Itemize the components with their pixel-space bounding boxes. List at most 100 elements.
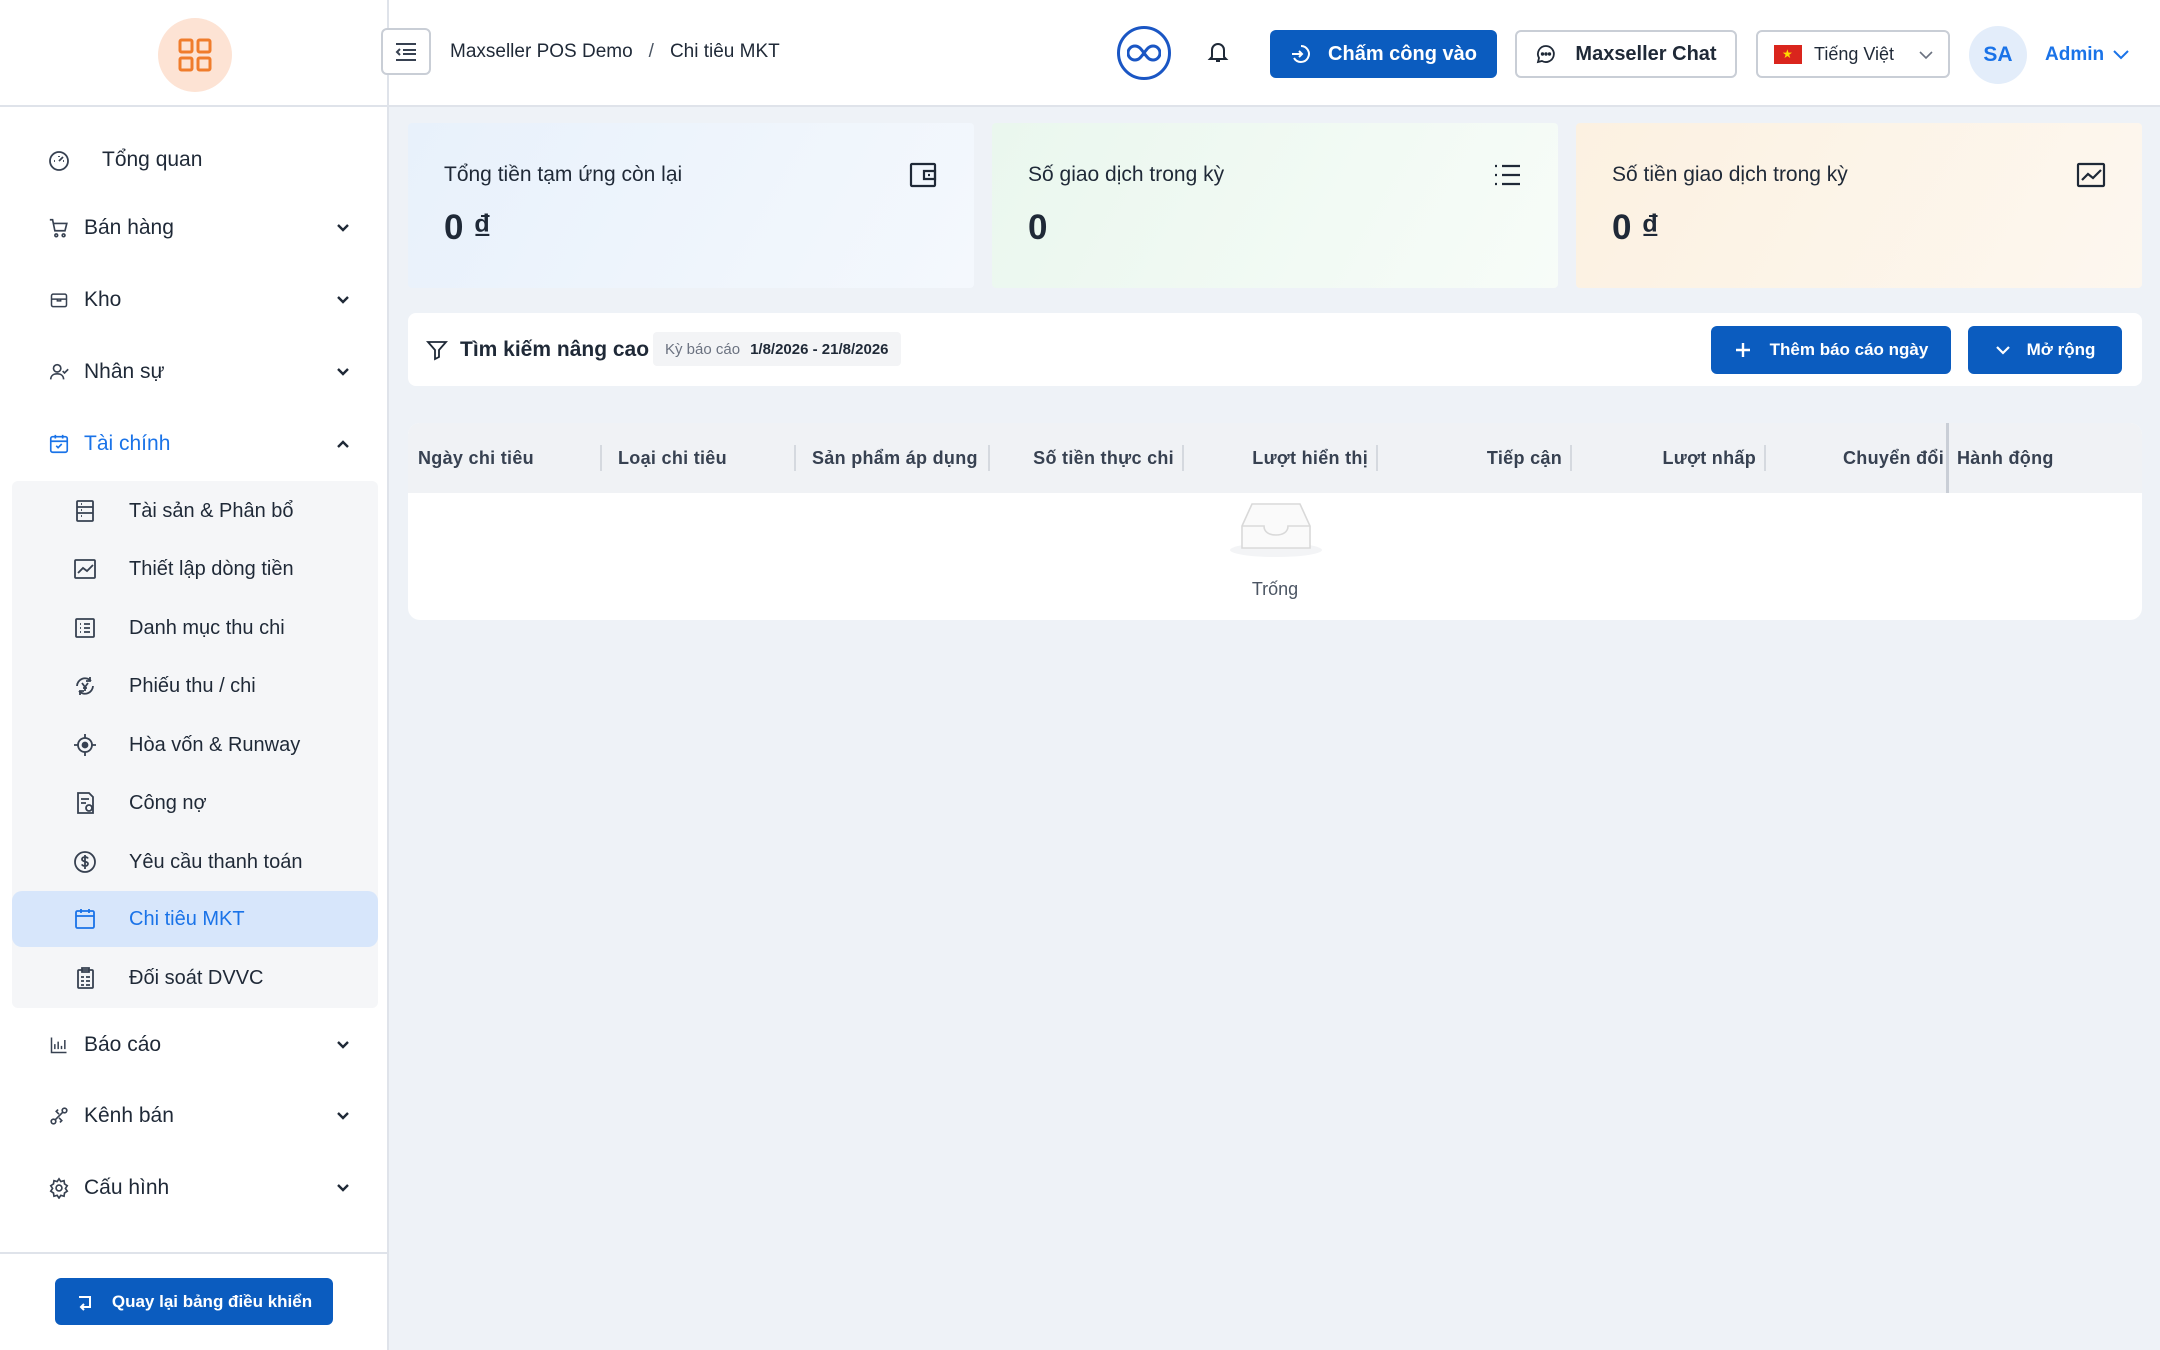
user-menu[interactable]: Admin <box>2045 44 2130 66</box>
cart-icon <box>46 215 72 241</box>
chevron-down-icon <box>334 219 352 237</box>
chart-line-icon <box>2076 160 2106 190</box>
submenu-item-tai-san[interactable]: Tài sản & Phân bổ <box>12 483 378 539</box>
dollar-icon <box>72 849 98 875</box>
sidebar-item-label: Tài chính <box>84 432 171 455</box>
stat-value: 0 <box>1028 208 1048 247</box>
breadcrumb-root[interactable]: Maxseller POS Demo <box>450 41 633 63</box>
empty-inbox-icon <box>1230 503 1322 557</box>
report-period-tag[interactable]: Kỳ báo cáo 1/8/2026 - 21/8/2026 <box>653 332 901 366</box>
sidebar-item-label: Cấu hình <box>84 1176 170 1199</box>
chevron-up-icon <box>334 435 352 453</box>
avatar[interactable]: SA <box>1969 26 2027 84</box>
stat-title: Số giao dịch trong kỳ <box>1028 163 1225 186</box>
submenu-item-chi-tieu-mkt[interactable]: Chi tiêu MKT <box>12 891 378 947</box>
maxseller-link-button[interactable] <box>1117 26 1171 80</box>
list-doc-icon <box>72 615 98 641</box>
sidebar-item-tong-quan[interactable]: Tổng quan <box>0 125 387 195</box>
chevron-down-icon <box>334 291 352 309</box>
expand-label: Mở rộng <box>2026 340 2096 359</box>
link-icon <box>46 1103 72 1129</box>
stat-value: 0 ₫ <box>444 208 492 247</box>
stat-card-transaction-count: Số giao dịch trong kỳ 0 <box>992 123 1558 288</box>
add-daily-report-button[interactable]: Thêm báo cáo ngày <box>1711 326 1951 374</box>
sidebar-item-label: Bán hàng <box>84 216 174 239</box>
sidebar-item-label: Kênh bán <box>84 1104 174 1127</box>
submenu-item-label: Yêu cầu thanh toán <box>129 851 303 873</box>
column-header: Hành động <box>1957 447 2054 468</box>
submenu-item-hoa-von[interactable]: Hòa vốn & Runway <box>12 717 378 773</box>
breadcrumb-current: Chi tiêu MKT <box>669 41 780 62</box>
submenu-item-label: Công nợ <box>129 792 207 814</box>
submenu-item-cong-no[interactable]: Công nợ <box>12 775 378 831</box>
submenu-item-doi-soat-dvvc[interactable]: Đối soát DVVC <box>12 950 378 1006</box>
sidebar-logo-area <box>0 0 387 107</box>
submenu-item-label: Tài sản & Phân bổ <box>129 500 294 522</box>
stat-title: Tổng tiền tạm ứng còn lại <box>444 163 683 186</box>
filter-icon <box>426 339 448 361</box>
infinity-icon <box>1127 44 1161 62</box>
empty-state: Trống <box>408 493 2142 620</box>
submenu-item-dong-tien[interactable]: Thiết lập dòng tiền <box>12 541 378 597</box>
login-icon <box>1290 43 1312 65</box>
chevron-down-icon <box>334 1036 352 1054</box>
submenu-item-label: Thiết lập dòng tiền <box>129 558 294 580</box>
breadcrumb-separator: / <box>648 41 654 62</box>
calendar-icon <box>72 906 98 932</box>
sidebar-item-ban-hang[interactable]: Bán hàng <box>0 193 387 263</box>
submenu-item-phieu-thu-chi[interactable]: Phiếu thu / chi <box>12 658 378 714</box>
app-logo[interactable] <box>158 18 232 92</box>
back-button-label: Quay lại bảng điều khiển <box>111 1291 313 1311</box>
sidebar-item-tai-chinh[interactable]: Tài chính <box>0 409 387 479</box>
language-select[interactable]: ★ Tiếng Việt <box>1756 30 1950 78</box>
reconcile-icon <box>72 965 98 991</box>
stat-card-transaction-amount: Số tiền giao dịch trong kỳ 0 ₫ <box>1576 123 2142 288</box>
column-header[interactable]: Chuyển đổi <box>1766 423 1946 493</box>
expand-button[interactable]: Mở rộng <box>1968 326 2122 374</box>
dashboard-icon <box>46 147 72 173</box>
submenu-item-label: Phiếu thu / chi <box>129 675 256 697</box>
check-in-button[interactable]: Chấm công vào <box>1270 30 1497 78</box>
sidebar-item-cau-hinh[interactable]: Cấu hình <box>0 1153 387 1223</box>
notification-bell-button[interactable] <box>1207 40 1233 66</box>
maxseller-chat-button[interactable]: Maxseller Chat <box>1515 30 1737 78</box>
vietnam-flag-icon: ★ <box>1774 44 1802 64</box>
submenu-item-yeu-cau-thanh-toan[interactable]: Yêu cầu thanh toán <box>12 834 378 890</box>
table-header: Ngày chi tiêu Loại chi tiêu Sản phẩm áp … <box>408 423 2142 493</box>
submenu-item-label: Đối soát DVVC <box>129 967 264 989</box>
menu-collapse-icon <box>395 42 416 61</box>
user-name: Admin <box>2045 44 2105 65</box>
stat-title: Số tiền giao dịch trong kỳ <box>1612 163 1848 186</box>
chevron-down-icon <box>334 1107 352 1125</box>
column-header[interactable]: Số tiền thực chi <box>990 423 1184 493</box>
sidebar-item-nhan-su[interactable]: Nhân sự <box>0 337 387 407</box>
column-header[interactable]: Tiếp cận <box>1378 423 1572 493</box>
column-header[interactable]: Ngày chi tiêu <box>408 423 602 493</box>
column-header[interactable]: Loại chi tiêu <box>602 423 796 493</box>
column-header[interactable]: Lượt hiển thị <box>1184 423 1378 493</box>
finance-icon <box>46 431 72 457</box>
column-header[interactable]: Lượt nhấp <box>1572 423 1766 493</box>
sidebar-item-kenh-ban[interactable]: Kênh bán <box>0 1081 387 1151</box>
advanced-search-title[interactable]: Tìm kiếm nâng cao <box>460 338 649 362</box>
grid-icon <box>178 38 212 72</box>
chat-label: Maxseller Chat <box>1575 42 1717 65</box>
sidebar-item-kho[interactable]: Kho <box>0 265 387 335</box>
back-to-dashboard-button[interactable]: Quay lại bảng điều khiển <box>55 1278 333 1325</box>
target-icon <box>72 732 98 758</box>
debt-doc-icon <box>72 790 98 816</box>
submenu-item-danh-muc[interactable]: Danh mục thu chi <box>12 600 378 656</box>
add-daily-report-label: Thêm báo cáo ngày <box>1769 340 1929 359</box>
wallet-icon <box>908 160 938 190</box>
sidebar-item-label: Báo cáo <box>84 1033 162 1056</box>
chevron-down-icon <box>1995 344 2011 356</box>
check-in-label: Chấm công vào <box>1328 42 1477 65</box>
submenu-item-label: Chi tiêu MKT <box>129 908 245 930</box>
column-header[interactable]: Sản phẩm áp dụng <box>796 423 990 493</box>
breadcrumb: Maxseller POS Demo / Chi tiêu MKT <box>450 41 780 63</box>
sidebar-item-bao-cao[interactable]: Báo cáo <box>0 1010 387 1080</box>
gear-icon <box>46 1175 72 1201</box>
report-period-label: Kỳ báo cáo <box>665 340 741 358</box>
menu-toggle-button[interactable] <box>381 28 431 75</box>
sidebar-item-label: Nhân sự <box>84 360 165 383</box>
